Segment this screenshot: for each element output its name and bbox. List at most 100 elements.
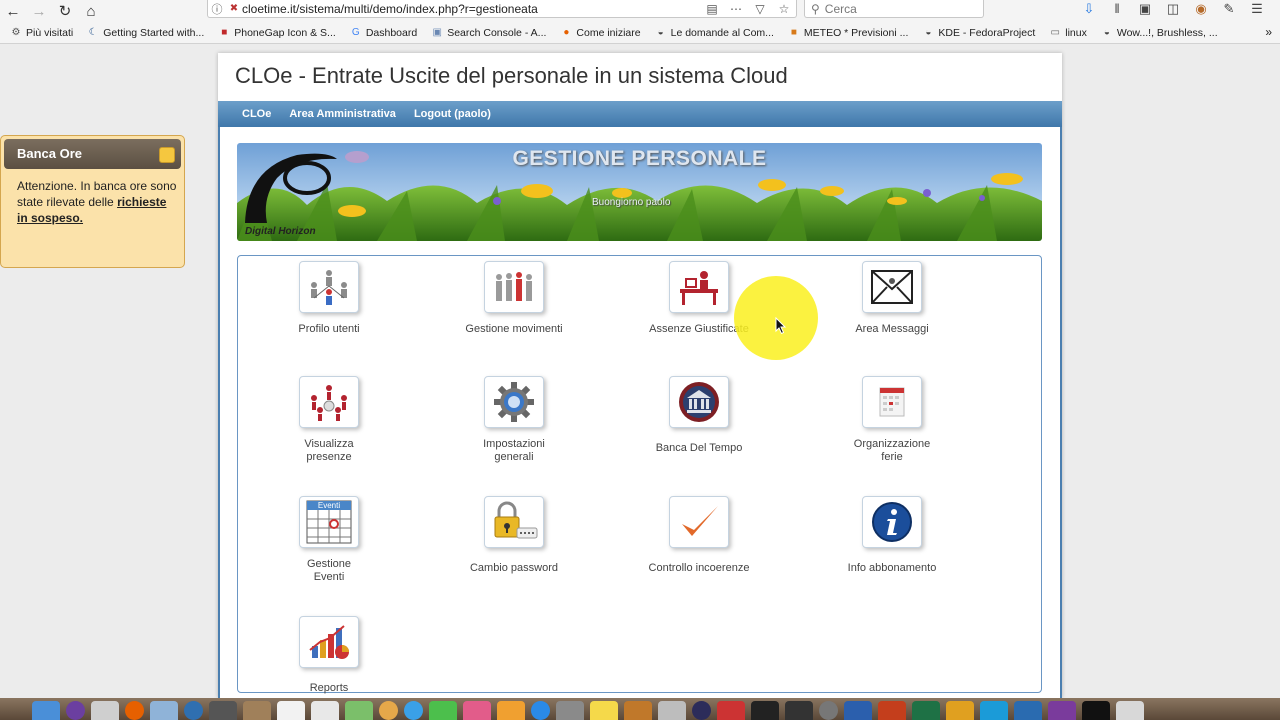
network-icon[interactable] <box>184 701 203 720</box>
stickies-icon[interactable] <box>590 701 618 720</box>
notes-icon[interactable] <box>209 701 237 720</box>
insecure-lock-icon[interactable]: ✖ <box>226 3 242 14</box>
library-icon[interactable]: ‖ <box>1103 0 1131 20</box>
browser-right-tools: ⇩ ‖ ▣ ◫ ◉ ✎ ☰ <box>1075 0 1271 20</box>
tile-visualizza-presenze[interactable]: Visualizza presenze <box>264 376 394 464</box>
pocket-icon[interactable]: ▽ <box>748 2 772 16</box>
teamviewer-icon[interactable] <box>1014 701 1042 720</box>
bookmark-item[interactable]: ■ PhoneGap Icon & S... <box>218 27 336 39</box>
word-icon[interactable] <box>844 701 872 720</box>
powerpoint-icon[interactable] <box>878 701 906 720</box>
bookmark-item[interactable]: ● Come iniziare <box>560 27 640 39</box>
siri-icon[interactable] <box>66 701 85 720</box>
trash-icon[interactable] <box>1116 701 1144 720</box>
eclipse-icon[interactable] <box>692 701 711 720</box>
help-icon[interactable] <box>658 701 686 720</box>
maps-icon[interactable] <box>345 701 373 720</box>
onenote-icon[interactable] <box>1048 701 1076 720</box>
menu-icon[interactable]: ☰ <box>1243 0 1271 20</box>
bookmark-item[interactable]: ◒ Wow...!, Brushless, ... <box>1101 27 1218 39</box>
tile-profilo-utenti[interactable]: Profilo utenti <box>264 261 394 336</box>
filezilla-icon[interactable] <box>717 701 745 720</box>
eyedropper-icon[interactable]: ✎ <box>1215 0 1243 20</box>
books-icon[interactable] <box>497 701 525 720</box>
crescent-icon: ☾ <box>88 27 98 38</box>
home-icon[interactable]: ⌂ <box>78 0 104 22</box>
preview-icon[interactable] <box>150 701 178 720</box>
tile-reports[interactable]: Reports <box>264 616 394 695</box>
meteo-icon: ■ <box>790 27 797 38</box>
display-icon[interactable] <box>1082 701 1110 720</box>
more-actions-icon[interactable]: ⋯ <box>724 2 748 16</box>
reader-view-icon[interactable]: ▤ <box>700 2 724 16</box>
tile-banca-del-tempo[interactable]: Banca Del Tempo <box>634 376 764 455</box>
page-title: CLOe - Entrate Uscite del personale in u… <box>235 63 788 88</box>
info-icon[interactable]: ⓘ <box>208 1 226 17</box>
bookmark-item[interactable]: ◒ Le domande al Com... <box>655 27 774 39</box>
tile-cambio-password[interactable]: Cambio password <box>449 496 579 575</box>
contacts-icon[interactable] <box>243 701 271 720</box>
tile-label: Banca Del Tempo <box>655 442 743 454</box>
facetime-icon[interactable] <box>429 701 457 720</box>
bookmark-item[interactable]: ☾ Getting Started with... <box>87 27 204 39</box>
tile-info-abbonamento[interactable]: Info abbonamento <box>827 496 957 575</box>
tile-label: Cambio password <box>469 562 559 574</box>
panel-toggle-icon[interactable] <box>159 147 175 163</box>
bookmarks-overflow-icon[interactable]: » <box>1265 25 1272 39</box>
url-text[interactable]: cloetime.it/sistema/multi/demo/index.php… <box>242 2 700 16</box>
skype-icon[interactable] <box>980 701 1008 720</box>
search-placeholder: Cerca <box>824 1 857 16</box>
app-page: CLOe - Entrate Uscite del personale in u… <box>218 53 1062 698</box>
settings-icon[interactable] <box>819 701 838 720</box>
tile-area-messaggi[interactable]: Area Messaggi <box>827 261 957 336</box>
butterfly-icon[interactable] <box>624 701 652 720</box>
forward-icon[interactable]: → <box>26 0 52 22</box>
nav-cloe[interactable]: CLOe <box>242 108 271 120</box>
bookmark-item[interactable]: ▭ linux <box>1049 27 1087 39</box>
bookmark-star-icon[interactable]: ☆ <box>772 2 796 16</box>
tile-gestione-movimenti[interactable]: Gestione movimenti <box>449 261 579 336</box>
back-icon[interactable]: ← <box>0 0 26 22</box>
checkmark-icon <box>669 496 729 548</box>
search-input[interactable]: ⚲ Cerca <box>804 0 984 18</box>
people-network-icon <box>299 261 359 313</box>
download-icon[interactable]: ⇩ <box>1075 0 1103 20</box>
nav-area-amministrativa[interactable]: Area Amministrativa <box>289 108 396 120</box>
people-walking-icon <box>484 261 544 313</box>
reminders-icon[interactable] <box>311 701 339 720</box>
tile-impostazioni-generali[interactable]: Impostazioni generali <box>449 376 579 464</box>
excel-icon[interactable] <box>912 701 940 720</box>
tile-gestione-eventi[interactable]: Eventi Gestione Eventi <box>264 496 394 584</box>
finder-icon[interactable] <box>32 701 60 720</box>
banner-greeting: Buongiorno paolo <box>592 197 671 208</box>
bookmark-item[interactable]: G Dashboard <box>350 27 417 39</box>
firefox-icon: ● <box>563 27 570 38</box>
extension-icon[interactable]: ◉ <box>1187 0 1215 20</box>
bookmark-label: Getting Started with... <box>103 26 205 39</box>
reload-icon[interactable]: ↻ <box>52 0 78 22</box>
system-prefs-icon[interactable] <box>556 701 584 720</box>
activity-icon[interactable] <box>785 701 813 720</box>
sidebar-icon[interactable]: ◫ <box>1159 0 1187 20</box>
terminal-icon[interactable] <box>751 701 779 720</box>
tile-controllo-incoerenze[interactable]: Controllo incoerenze <box>634 496 764 575</box>
container-icon[interactable]: ▣ <box>1131 0 1159 20</box>
calendar-app-icon[interactable] <box>277 701 305 720</box>
bookmark-item[interactable]: ⚙ Più visitati <box>10 27 74 39</box>
tile-label: Visualizza presenze <box>304 438 354 463</box>
tile-organizzazione-ferie[interactable]: Organizzazione ferie <box>827 376 957 464</box>
bookmark-item[interactable]: ■ METEO * Previsioni ... <box>788 27 908 39</box>
launchpad-icon[interactable] <box>91 701 119 720</box>
nav-logout[interactable]: Logout (paolo) <box>414 108 491 120</box>
gear-icon <box>484 376 544 428</box>
photos-icon[interactable] <box>379 701 398 720</box>
bookmark-label: Come iniziare <box>576 26 641 39</box>
url-bar[interactable]: ⓘ ✖ cloetime.it/sistema/multi/demo/index… <box>207 0 797 18</box>
filemaker-icon[interactable] <box>946 701 974 720</box>
app-store-icon[interactable] <box>531 701 550 720</box>
bookmark-item[interactable]: ◒ KDE - FedoraProject <box>922 27 1035 39</box>
music-icon[interactable] <box>463 701 491 720</box>
messages-icon[interactable] <box>404 701 423 720</box>
bookmark-item[interactable]: ▣ Search Console - A... <box>431 27 546 39</box>
firefox-icon[interactable] <box>125 701 144 720</box>
